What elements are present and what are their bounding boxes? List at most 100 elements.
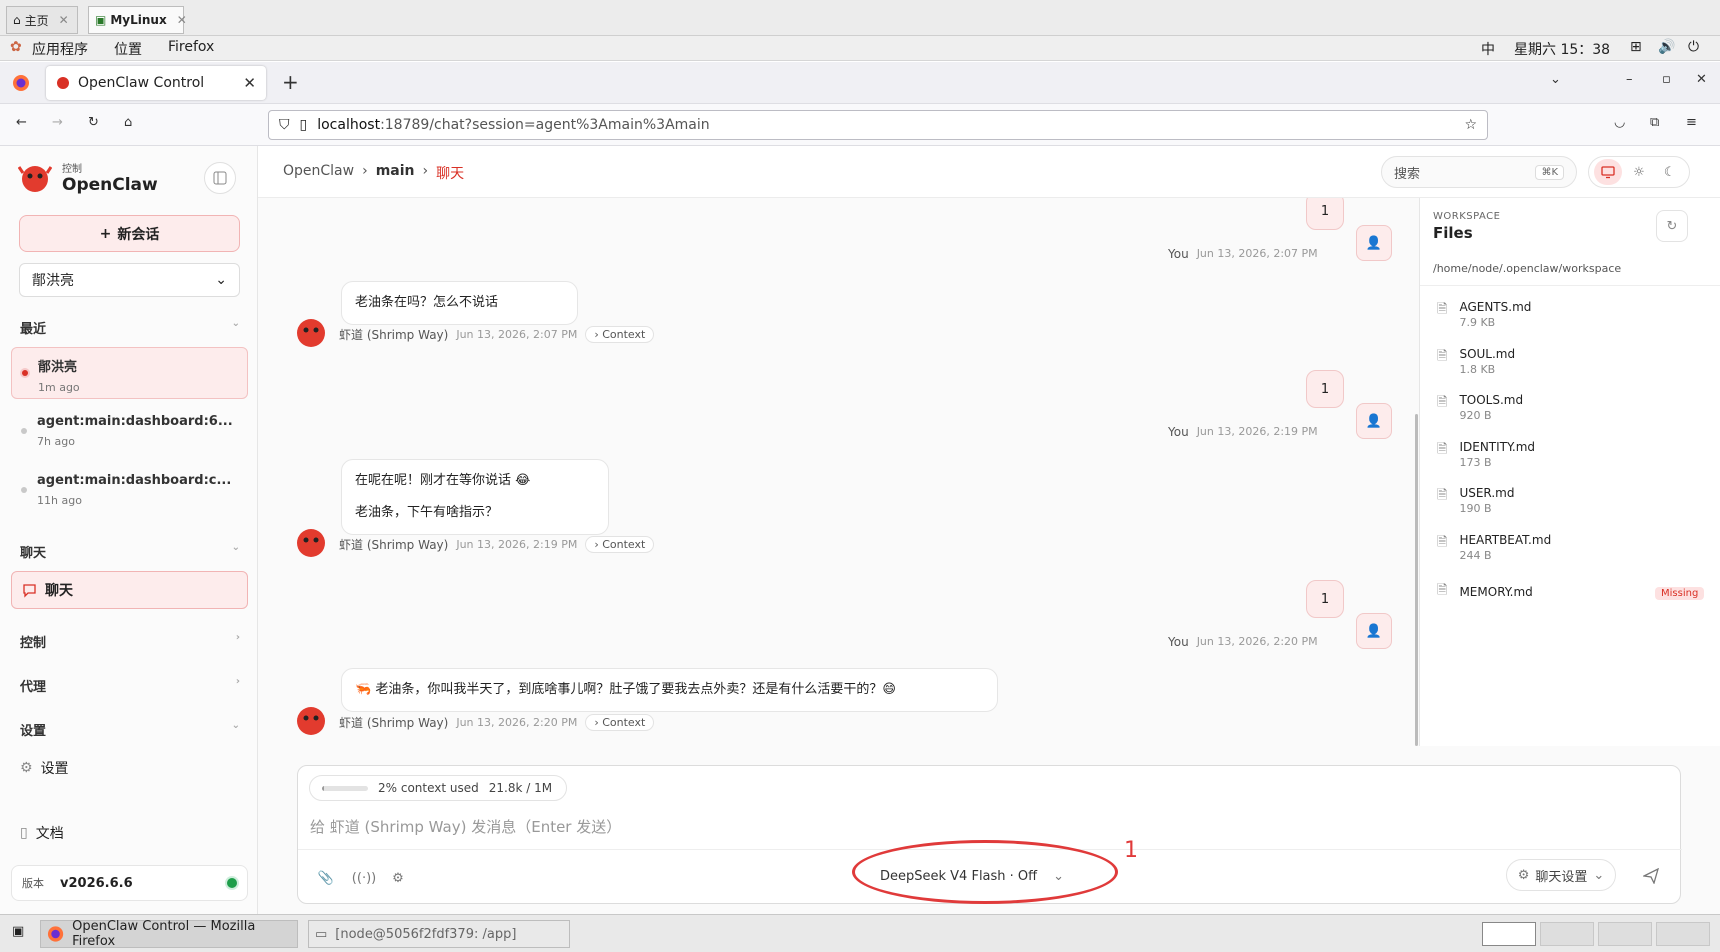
- close-icon[interactable]: ✕: [177, 13, 187, 27]
- window-close-icon[interactable]: ✕: [1696, 72, 1707, 87]
- theme-dark-button[interactable]: ☾: [1656, 159, 1684, 185]
- page-info-icon[interactable]: ▯: [300, 117, 308, 133]
- breadcrumb-root[interactable]: OpenClaw: [283, 163, 354, 183]
- message-text: 在呢在呢！刚才在等你说话 😂: [355, 473, 531, 488]
- context-button[interactable]: › Context: [585, 326, 655, 343]
- workspace-switcher-2[interactable]: [1540, 922, 1594, 946]
- extensions-icon[interactable]: ⧉: [1650, 115, 1659, 130]
- session-status-dot: [22, 370, 28, 376]
- file-size: 920 B: [1459, 409, 1492, 422]
- hamburger-menu-icon[interactable]: ≡: [1686, 115, 1697, 130]
- workspace-switcher-1[interactable]: [1482, 922, 1536, 946]
- voice-button[interactable]: ((·)): [352, 866, 376, 890]
- maximize-icon[interactable]: ▫: [1662, 72, 1671, 87]
- tab-list-chevron-icon[interactable]: ⌄: [1550, 72, 1561, 87]
- os-tab-home[interactable]: ⌂ 主页 ✕: [6, 6, 78, 34]
- apps-menu[interactable]: 应用程序: [32, 39, 88, 59]
- context-button[interactable]: › Context: [585, 714, 655, 731]
- browser-tab-active[interactable]: OpenClaw Control ✕: [46, 66, 266, 100]
- sidebar-item-docs[interactable]: ▯ 文档: [20, 823, 64, 843]
- chat-bubble-icon: [23, 583, 36, 598]
- sun-icon: ☼: [1633, 164, 1645, 180]
- file-item[interactable]: 🗎 HEARTBEAT.md 244 B: [1437, 533, 1703, 573]
- sidebar-item-chat[interactable]: 聊天: [11, 571, 248, 609]
- pocket-icon[interactable]: ◡: [1614, 115, 1625, 130]
- home-icon: ⌂: [13, 13, 21, 27]
- places-menu[interactable]: 位置: [114, 39, 142, 59]
- os-tab-mylinux[interactable]: ▣ MyLinux ✕: [88, 6, 187, 34]
- file-item[interactable]: 🗎 MEMORY.md Missing: [1437, 581, 1705, 621]
- message-input[interactable]: [310, 814, 1660, 840]
- minimize-icon[interactable]: –: [1626, 72, 1633, 87]
- file-name: IDENTITY.md: [1459, 440, 1536, 454]
- theme-light-button[interactable]: ☼: [1625, 159, 1653, 185]
- ime-indicator[interactable]: 中: [1481, 39, 1495, 59]
- taskbar-item-label: OpenClaw Control — Mozilla Firefox: [72, 919, 256, 949]
- session-item[interactable]: agent:main:dashboard:6... 7h ago: [11, 406, 248, 458]
- workspace-switcher-4[interactable]: [1656, 922, 1710, 946]
- reload-icon[interactable]: ↻: [88, 115, 99, 130]
- close-icon[interactable]: ✕: [243, 74, 256, 92]
- clock[interactable]: 星期六 15：38: [1514, 39, 1610, 59]
- attach-button[interactable]: 📎: [314, 866, 338, 890]
- moon-icon: ☾: [1663, 164, 1676, 180]
- bookmark-star-icon[interactable]: ☆: [1464, 117, 1477, 133]
- plus-icon: +: [99, 225, 112, 242]
- search-input[interactable]: 搜索 ⌘K: [1381, 156, 1577, 188]
- file-icon: 🗎: [1437, 442, 1448, 457]
- breadcrumb-mid[interactable]: main: [376, 163, 415, 183]
- send-button[interactable]: [1638, 863, 1664, 889]
- file-item[interactable]: 🗎 IDENTITY.md 173 B: [1437, 440, 1703, 480]
- forward-arrow-icon[interactable]: →: [52, 115, 63, 130]
- show-desktop-icon[interactable]: ▣: [12, 924, 24, 939]
- section-control[interactable]: 控制 ›: [20, 632, 240, 651]
- firefox-menu[interactable]: Firefox: [168, 39, 214, 55]
- sidebar-item-settings[interactable]: ⚙ 设置: [20, 758, 69, 778]
- close-icon[interactable]: ✕: [59, 13, 69, 27]
- back-arrow-icon[interactable]: ←: [16, 115, 27, 130]
- theme-system-button[interactable]: [1594, 159, 1623, 185]
- session-name: 鄁洪亮: [38, 360, 78, 375]
- gear-icon: ⚙: [1517, 867, 1530, 883]
- file-item[interactable]: 🗎 USER.md 190 B: [1437, 486, 1703, 526]
- context-usage-pill[interactable]: 2% context used 21.8k / 1M: [309, 775, 568, 801]
- context-button-label: Context: [602, 328, 646, 341]
- taskbar-item-terminal[interactable]: ▭ [node@5056f2fdf379: /app]: [308, 920, 570, 948]
- chat-scrollbar[interactable]: [1415, 414, 1418, 746]
- section-chat[interactable]: 聊天 ⌄: [20, 542, 240, 561]
- file-name: USER.md: [1459, 486, 1515, 500]
- context-button[interactable]: › Context: [585, 536, 655, 553]
- file-item[interactable]: 🗎 AGENTS.md 7.9 KB: [1437, 300, 1703, 340]
- refresh-button[interactable]: ↻: [1656, 210, 1688, 242]
- new-tab-plus-icon[interactable]: +: [282, 70, 299, 94]
- chevron-right-icon: ›: [235, 632, 240, 643]
- power-icon[interactable]: ⏻: [1688, 39, 1699, 55]
- volume-icon[interactable]: 🔊: [1658, 39, 1675, 55]
- section-recent[interactable]: 最近 ⌄: [20, 318, 240, 337]
- new-session-button[interactable]: + 新会话: [19, 215, 240, 252]
- terminal-icon: ▭: [315, 926, 328, 942]
- user-icon: 👤: [1365, 623, 1383, 639]
- agent-avatar: [293, 702, 329, 738]
- tools-button[interactable]: ⚙: [386, 866, 410, 890]
- file-item[interactable]: 🗎 SOUL.md 1.8 KB: [1437, 347, 1703, 387]
- section-settings[interactable]: 设置 ⌄: [20, 720, 240, 739]
- message-text: 老油条，下午有啥指示？: [355, 505, 499, 520]
- section-agent[interactable]: 代理 ›: [20, 676, 240, 695]
- session-item[interactable]: 鄁洪亮 1m ago: [11, 347, 248, 399]
- shield-icon[interactable]: ⛉: [279, 117, 290, 133]
- workspace-panel: WORKSPACE Files ↻ /home/node/.openclaw/w…: [1415, 198, 1720, 746]
- user-message-meta: You Jun 13, 2026, 2:07 PM: [1168, 247, 1318, 261]
- url-bar[interactable]: ⛉ ▯ localhost:18789/chat?session=agent%3…: [268, 110, 1488, 140]
- home-icon[interactable]: ⌂: [124, 115, 132, 130]
- file-item[interactable]: 🗎 TOOLS.md 920 B: [1437, 393, 1703, 433]
- taskbar-item-firefox[interactable]: OpenClaw Control — Mozilla Firefox: [40, 919, 298, 949]
- collapse-sidebar-button[interactable]: [204, 162, 236, 194]
- chat-settings-button[interactable]: ⚙ 聊天设置 ⌄: [1506, 859, 1616, 891]
- network-icon[interactable]: ⊞: [1630, 39, 1642, 55]
- user-message-bubble: 1: [1306, 580, 1344, 618]
- session-item[interactable]: agent:main:dashboard:c... 11h ago: [11, 465, 248, 517]
- file-size: 1.8 KB: [1459, 363, 1496, 376]
- workspace-switcher-3[interactable]: [1598, 922, 1652, 946]
- agent-select[interactable]: 鄁洪亮 ⌄: [19, 263, 240, 297]
